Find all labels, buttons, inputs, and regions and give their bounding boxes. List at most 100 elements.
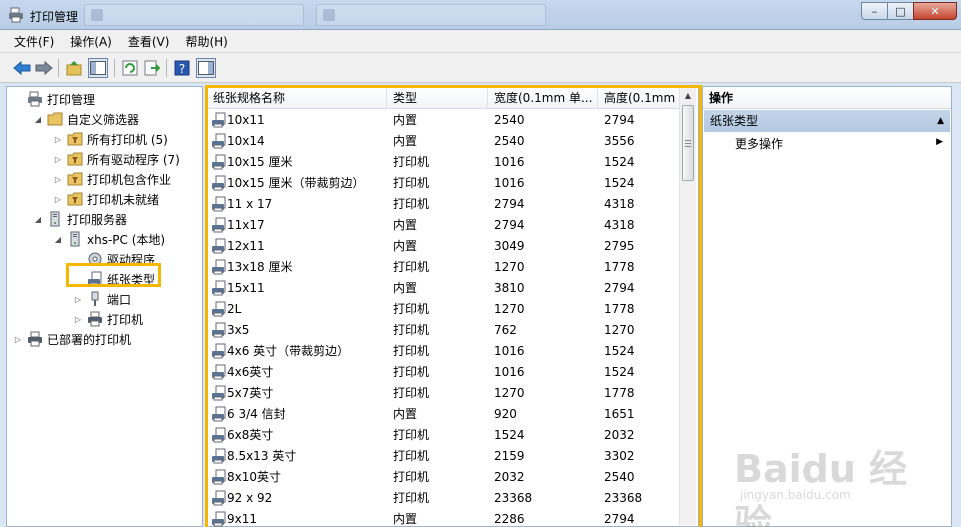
table-row[interactable]: 10x15 厘米（带裁剪边） 打印机 1016 1524 [207,173,681,194]
actions-section-paper-types[interactable]: 纸张类型 ▲ [704,110,950,132]
minimize-button[interactable]: – [861,2,888,20]
help-icon[interactable]: ? [172,58,192,78]
refresh-icon[interactable] [120,58,140,78]
submenu-right-arrow-icon[interactable]: ▶ [936,137,943,147]
paper-height-cell: 4318 [604,197,635,211]
table-row[interactable]: 9x11 内置 2286 2794 [207,509,681,527]
expand-arrow-icon[interactable]: ▷ [73,314,83,324]
collapse-up-icon[interactable]: ▲ [937,110,944,132]
show-hide-console-tree-icon[interactable] [88,58,108,78]
column-header-width[interactable]: 宽度(0.1mm 单... [488,87,598,109]
toolbar: ? [0,53,961,83]
table-row[interactable]: 4x6 英寸（带裁剪边） 打印机 1016 1524 [207,341,681,362]
tree-item[interactable]: 打印管理 [13,89,95,109]
tree-item[interactable]: ◢ 打印服务器 [33,209,127,229]
table-row[interactable]: 15x11 内置 3810 2794 [207,278,681,299]
paper-type-cell: 内置 [393,512,418,526]
paper-form-icon [211,217,227,233]
paper-form-icon [211,385,227,401]
table-row[interactable]: 11x17 内置 2794 4318 [207,215,681,236]
menu-file[interactable]: 文件(F) [14,33,54,50]
vertical-scrollbar[interactable]: ▲ [679,87,696,525]
menu-view[interactable]: 查看(V) [128,33,170,50]
table-row[interactable]: 2L 打印机 1270 1778 [207,299,681,320]
close-button[interactable]: ✕ [913,2,957,20]
more-actions-item[interactable]: 更多操作 [735,135,783,152]
tree-item[interactable]: ◢ xhs-PC (本地) [53,229,165,249]
tree-item[interactable]: 纸张类型 [73,269,155,289]
paper-form-icon [211,154,227,170]
paper-name-cell: 13x18 厘米 [227,260,293,274]
tree-item-label: 已部署的打印机 [47,332,132,347]
paper-name-cell: 8.5x13 英寸 [227,449,297,463]
background-tab-ghost [316,4,546,26]
tree-item-label: 所有驱动程序 (7) [87,152,180,167]
table-row[interactable]: 12x11 内置 3049 2795 [207,236,681,257]
expand-arrow-icon[interactable]: ◢ [33,214,43,224]
port-icon [87,291,103,307]
back-arrow-icon[interactable] [12,58,32,78]
no-arrow [73,274,83,284]
table-row[interactable]: 6x8英寸 打印机 1524 2032 [207,425,681,446]
expand-arrow-icon[interactable]: ▷ [53,134,63,144]
tree-item[interactable]: ▷ 所有打印机 (5) [53,129,168,149]
paper-width-cell: 1016 [494,344,525,358]
tree-item[interactable]: 驱动程序 [73,249,155,269]
paper-form-icon [211,322,227,338]
expand-arrow-icon[interactable]: ▷ [53,194,63,204]
tree-item[interactable]: ▷ 端口 [73,289,131,309]
expand-arrow-icon[interactable]: ▷ [13,334,23,344]
paper-width-cell: 762 [494,323,517,337]
tree-item[interactable]: ▷ 打印机包含作业 [53,169,171,189]
export-list-icon[interactable] [142,58,162,78]
paper-height-cell: 4318 [604,218,635,232]
paper-name-cell: 2L [227,302,242,316]
table-row[interactable]: 11 x 17 打印机 2794 4318 [207,194,681,215]
scroll-up-arrow-icon[interactable]: ▲ [680,87,696,104]
tree-item[interactable]: ▷ 已部署的打印机 [13,329,131,349]
tree-item-label: 打印机 [107,312,144,327]
filter-icon [67,151,83,167]
maximize-button[interactable]: □ [887,2,914,20]
expand-arrow-icon[interactable]: ▷ [53,174,63,184]
table-row[interactable]: 3x5 打印机 762 1270 [207,320,681,341]
tree-item-label: 打印机未就绪 [87,192,160,207]
expand-arrow-icon[interactable]: ▷ [53,154,63,164]
table-row[interactable]: 10x14 内置 2540 3556 [207,131,681,152]
column-header-name[interactable]: 纸张规格名称 [207,87,387,109]
paper-width-cell: 1270 [494,386,525,400]
paper-form-icon [211,511,227,527]
tree-item-label: 打印机包含作业 [87,172,172,187]
up-folder-icon[interactable] [64,58,84,78]
show-hide-action-pane-icon[interactable] [196,58,216,78]
table-row[interactable]: 8x10英寸 打印机 2032 2540 [207,467,681,488]
expand-arrow-icon[interactable]: ▷ [73,294,83,304]
expand-arrow-icon[interactable]: ◢ [53,234,63,244]
paper-name-cell: 8x10英寸 [227,470,282,484]
tree-item-label: 所有打印机 (5) [87,132,168,147]
table-row[interactable]: 10x11 内置 2540 2794 [207,110,681,131]
table-row[interactable]: 4x6英寸 打印机 1016 1524 [207,362,681,383]
table-row[interactable]: 10x15 厘米 打印机 1016 1524 [207,152,681,173]
tree-item[interactable]: ▷ 打印机 [73,309,143,329]
table-row[interactable]: 5x7英寸 打印机 1270 1778 [207,383,681,404]
paper-name-cell: 11x17 [227,218,265,232]
forward-arrow-icon[interactable] [34,58,54,78]
table-row[interactable]: 8.5x13 英寸 打印机 2159 3302 [207,446,681,467]
scroll-thumb[interactable] [682,105,694,181]
tree-item[interactable]: ▷ 打印机未就绪 [53,189,159,209]
menu-help[interactable]: 帮助(H) [185,33,227,50]
table-row[interactable]: 6 3/4 信封 内置 920 1651 [207,404,681,425]
column-header-type[interactable]: 类型 [387,87,488,109]
filter-icon [67,131,83,147]
tree-item[interactable]: ▷ 所有驱动程序 (7) [53,149,180,169]
deployed-printer-icon [27,331,43,347]
column-header-height[interactable]: 高度(0.1mm 单... [598,87,681,109]
tree-item[interactable]: ◢ 自定义筛选器 [33,109,139,129]
table-row[interactable]: 92 x 92 打印机 23368 23368 [207,488,681,509]
expand-arrow-icon[interactable]: ◢ [33,114,43,124]
paper-form-icon [211,259,227,275]
menu-action[interactable]: 操作(A) [70,33,112,50]
printer-icon [87,311,103,327]
table-row[interactable]: 13x18 厘米 打印机 1270 1778 [207,257,681,278]
